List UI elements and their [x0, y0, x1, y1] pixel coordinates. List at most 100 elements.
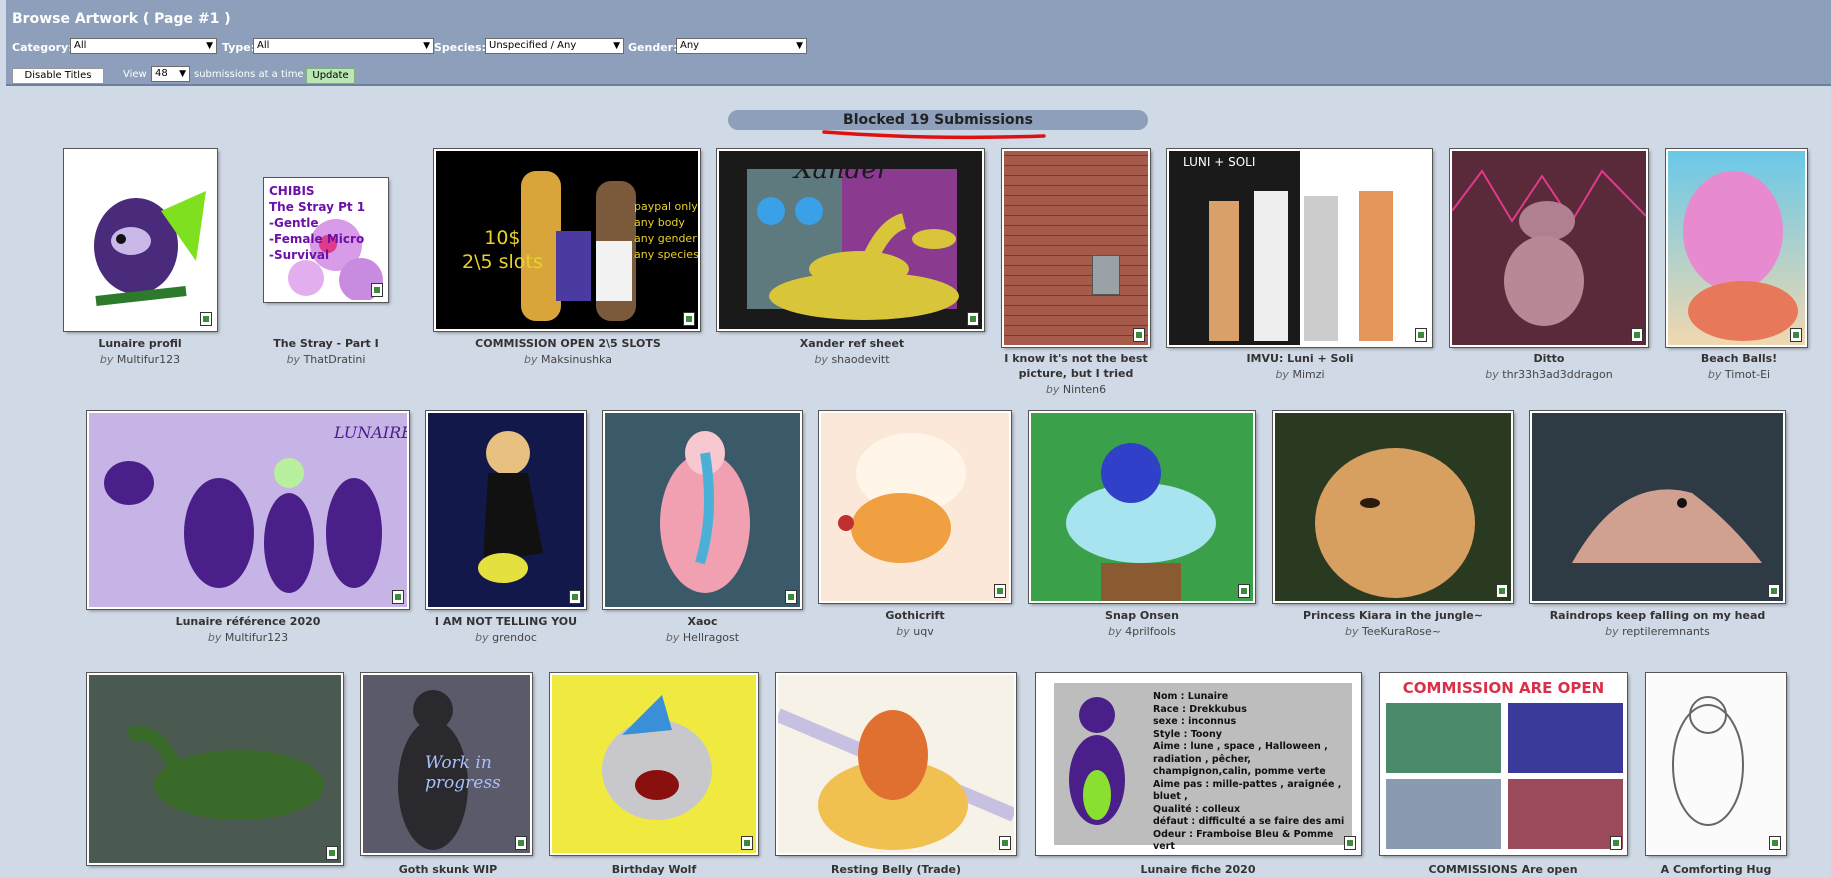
red-underline-annotation	[822, 130, 1046, 140]
file-icon	[1238, 584, 1250, 598]
submission-thumbnail[interactable]	[426, 411, 586, 609]
submission-author[interactable]: by Multifur123	[40, 353, 240, 366]
update-button[interactable]: Update	[306, 68, 355, 84]
file-icon	[1769, 836, 1781, 850]
submission-thumbnail[interactable]: Work in progress	[361, 673, 532, 855]
submission-title[interactable]: Ditto	[1450, 351, 1648, 366]
submission-title[interactable]: Lunaire profil	[40, 336, 240, 351]
submission-title[interactable]: COMMISSIONS Are open	[1403, 862, 1603, 877]
submission-thumbnail[interactable]: LUNAIRE	[87, 411, 409, 609]
thumbnail-art	[126, 726, 324, 820]
thumbnail-panel	[1386, 703, 1501, 773]
chevron-down-icon: ▼	[796, 41, 803, 51]
thumbnail-art	[660, 431, 750, 593]
author-name: Mimzi	[1292, 368, 1325, 381]
file-icon	[683, 312, 695, 326]
submission-author[interactable]: by TeeKuraRose~	[1268, 625, 1518, 638]
submission-title[interactable]: Lunaire fiche 2020	[1098, 862, 1298, 877]
submission-thumbnail[interactable]: 10$ 2\5 slots paypal only any body any g…	[434, 149, 700, 331]
by-word: by	[524, 353, 538, 366]
submission-thumbnail[interactable]	[64, 149, 217, 331]
submission-thumbnail[interactable]	[1450, 149, 1648, 347]
by-word: by	[286, 353, 301, 366]
category-select[interactable]: All ▼	[70, 38, 217, 54]
per-page-select[interactable]: 48 ▼	[151, 66, 190, 82]
file-icon	[200, 312, 212, 326]
submission-title[interactable]: IMVU: Luni + Soli	[1190, 351, 1410, 366]
submission-thumbnail[interactable]	[1666, 149, 1807, 347]
submission-title[interactable]: COMMISSION OPEN 2\5 SLOTS	[456, 336, 680, 351]
species-value: Unspecified / Any	[489, 40, 577, 51]
disable-titles-button[interactable]: Disable Titles	[12, 68, 104, 84]
submission-thumbnail[interactable]: CHIBIS The Stray Pt 1 -Gentle -Female Mi…	[264, 178, 388, 302]
submission-thumbnail[interactable]	[776, 673, 1016, 855]
submission-title[interactable]: Raindrops keep falling on my head	[1530, 608, 1785, 623]
thumbnail-text-price: 10$ 2\5 slots	[462, 227, 543, 273]
submission-thumbnail[interactable]	[87, 673, 343, 865]
submission-author[interactable]: by reptileremnants	[1530, 625, 1785, 638]
author-name: reptileremnants	[1622, 625, 1710, 638]
submission-author[interactable]: by Mimzi	[1190, 368, 1410, 381]
submission-title[interactable]: A Comforting Hug	[1616, 862, 1816, 877]
per-page-suffix: submissions at a time	[194, 69, 304, 80]
submission-author[interactable]: by Ninten6	[996, 383, 1156, 396]
thumbnail-panel	[1508, 779, 1623, 849]
thumbnail-art	[478, 431, 543, 583]
submission-thumbnail[interactable]: Xander	[717, 149, 984, 331]
file-icon	[1415, 328, 1427, 342]
submission-author[interactable]: by grendoc	[406, 631, 606, 644]
author-name: Hellragost	[682, 631, 740, 644]
submission-thumbnail[interactable]	[1530, 411, 1785, 603]
submission-author[interactable]: by Timot-Ei	[1656, 368, 1822, 381]
file-icon	[994, 584, 1006, 598]
submission-title[interactable]: Princess Kiara in the jungle~	[1268, 608, 1518, 623]
submission-title[interactable]: Goth skunk WIP	[348, 862, 548, 877]
submission-title[interactable]: Snap Onsen	[1042, 608, 1242, 623]
submission-title[interactable]: Gothicrift	[815, 608, 1015, 623]
submission-thumbnail[interactable]: LUNI + SOLI	[1167, 149, 1432, 347]
submission-thumbnail[interactable]: COMMISSION ARE OPEN	[1380, 673, 1627, 855]
submission-thumbnail[interactable]	[1029, 411, 1255, 603]
thumbnail-art	[1315, 448, 1475, 598]
file-icon	[1631, 328, 1643, 342]
submission-author[interactable]: by thr33h3ad3ddragon	[1440, 368, 1658, 381]
submission-thumbnail[interactable]	[603, 411, 802, 609]
submission-author[interactable]: by 4prilfools	[1042, 625, 1242, 638]
submission-title[interactable]: I know it's not the best picture, but I …	[996, 351, 1156, 381]
author-name: 4prilfools	[1125, 625, 1176, 638]
submission-thumbnail[interactable]	[1002, 149, 1150, 347]
by-word: by	[1605, 625, 1619, 638]
thumbnail-text: Work in progress	[425, 753, 501, 793]
gender-select[interactable]: Any ▼	[676, 38, 807, 54]
thumbnail-meter-box	[1092, 255, 1120, 295]
submission-title[interactable]: Beach Balls!	[1656, 351, 1822, 366]
submission-title[interactable]: I AM NOT TELLING YOU	[406, 614, 606, 629]
submission-author[interactable]: by ThatDratini	[226, 353, 426, 366]
submission-author[interactable]: by Hellragost	[603, 631, 802, 644]
author-name: TeeKuraRose~	[1362, 625, 1441, 638]
submission-author[interactable]: by shaodevitt	[740, 353, 964, 366]
submission-thumbnail[interactable]	[819, 411, 1011, 603]
by-word: by	[1108, 625, 1122, 638]
submission-thumbnail[interactable]	[1273, 411, 1513, 603]
submission-thumbnail[interactable]	[1646, 673, 1786, 855]
submission-title[interactable]: Birthday Wolf	[554, 862, 754, 877]
thumbnail-art	[1069, 697, 1125, 825]
type-select[interactable]: All ▼	[253, 38, 434, 54]
by-word: by	[1275, 368, 1289, 381]
submission-author[interactable]: by Multifur123	[128, 631, 368, 644]
gender-value: Any	[680, 40, 700, 51]
thumbnail-art	[1572, 489, 1762, 563]
submission-author[interactable]: by Maksinushka	[456, 353, 680, 366]
species-select[interactable]: Unspecified / Any ▼	[485, 38, 624, 54]
submission-thumbnail[interactable]	[550, 673, 758, 855]
submission-author[interactable]: by uqv	[815, 625, 1015, 638]
submission-title[interactable]: Xander ref sheet	[740, 336, 964, 351]
submission-title[interactable]: The Stray - Part I	[226, 336, 426, 351]
submission-title[interactable]: Lunaire référence 2020	[128, 614, 368, 629]
thumbnail-text: COMMISSION ARE OPEN	[1402, 679, 1605, 697]
by-word: by	[207, 631, 222, 644]
submission-thumbnail[interactable]: Nom : Lunaire Race : Drekkubus sexe : in…	[1036, 673, 1361, 855]
submission-title[interactable]: Resting Belly (Trade)	[796, 862, 996, 877]
submission-title[interactable]: Xaoc	[603, 614, 802, 629]
